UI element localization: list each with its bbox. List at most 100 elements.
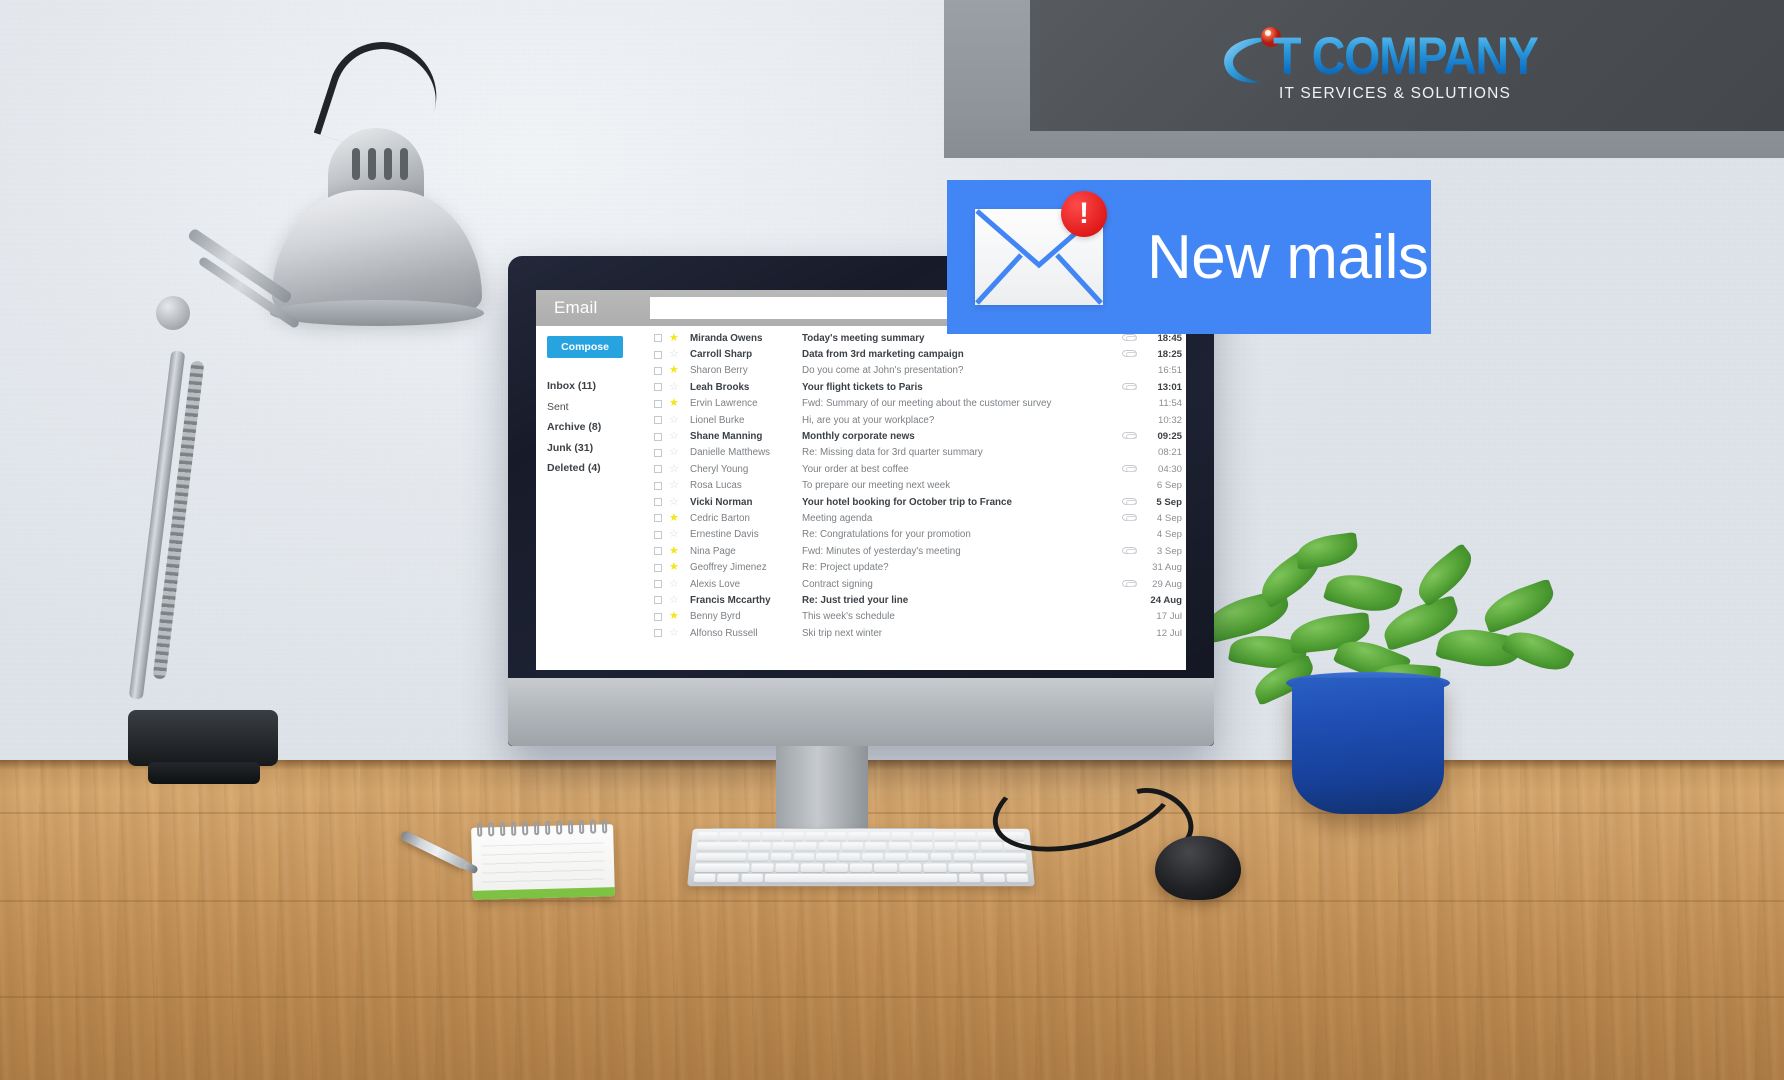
select-checkbox[interactable] xyxy=(654,334,662,343)
star-outline-icon[interactable]: ☆ xyxy=(669,627,680,639)
email-sender: Miranda Owens xyxy=(690,332,763,344)
email-sender: Cheryl Young xyxy=(690,463,749,475)
star-outline-icon[interactable]: ☆ xyxy=(669,447,680,458)
star-outline-icon[interactable]: ☆ xyxy=(669,496,680,508)
select-checkbox[interactable] xyxy=(654,612,662,621)
computer-mouse[interactable] xyxy=(1155,836,1241,900)
email-timestamp: 6 Sep xyxy=(1156,480,1182,492)
email-sender: Benny Byrd xyxy=(690,611,741,623)
attachment-icon xyxy=(1118,464,1140,475)
star-filled-icon[interactable]: ★ xyxy=(669,332,680,344)
email-sender: Geoffrey Jimenez xyxy=(690,562,767,574)
star-outline-icon[interactable]: ☆ xyxy=(669,463,680,475)
email-list-item[interactable]: ★ Sharon Berry Do you come at John's prese… xyxy=(654,363,1186,379)
select-checkbox[interactable] xyxy=(654,530,662,539)
star-outline-icon[interactable]: ☆ xyxy=(669,349,680,360)
select-checkbox[interactable] xyxy=(654,580,662,589)
attachment-icon xyxy=(1118,431,1140,442)
logo-tagline: IT SERVICES & SOLUTIONS xyxy=(1278,85,1512,102)
new-mails-banner[interactable]: ! New mails xyxy=(947,180,1431,334)
compose-button[interactable]: Compose xyxy=(547,336,623,358)
email-sender: Danielle Matthews xyxy=(690,447,771,459)
select-checkbox[interactable] xyxy=(654,366,662,375)
select-checkbox[interactable] xyxy=(654,514,662,523)
star-outline-icon[interactable]: ☆ xyxy=(669,578,680,590)
logo-main-row: T COMPANY xyxy=(1217,25,1574,87)
keyboard[interactable] xyxy=(687,828,1035,887)
select-checkbox[interactable] xyxy=(654,416,662,425)
star-filled-icon[interactable]: ★ xyxy=(669,562,680,573)
email-subject: Re: Missing data for 3rd quarter summary xyxy=(802,447,983,459)
select-checkbox[interactable] xyxy=(654,399,662,408)
email-timestamp: 04:30 xyxy=(1157,463,1182,475)
star-filled-icon[interactable]: ★ xyxy=(669,545,680,557)
email-list-item[interactable]: ☆ Vicki Norman Your hotel booking for Octo… xyxy=(654,494,1186,510)
email-timestamp: 17 Jul xyxy=(1156,611,1182,623)
sidebar-item-deleted[interactable]: Deleted (4) xyxy=(547,462,654,474)
email-list-item[interactable]: ☆ Ernestine Davis Re: Congratulations for … xyxy=(654,527,1186,543)
email-subject: To prepare our meeting next week xyxy=(802,480,951,492)
email-list-item[interactable]: ★ Nina Page Fwd: Minutes of yesterday's me… xyxy=(654,543,1186,559)
email-subject: Hi, are you at your workplace? xyxy=(802,414,935,426)
select-checkbox[interactable] xyxy=(654,432,662,441)
star-outline-icon[interactable]: ☆ xyxy=(669,431,680,442)
email-list-item[interactable]: ★ Benny Byrd This week's schedule 17 Jul xyxy=(654,609,1186,625)
alert-badge-icon: ! xyxy=(1061,191,1107,237)
star-outline-icon[interactable]: ☆ xyxy=(669,381,680,393)
email-list-item[interactable]: ☆ Shane Manning Monthly corporate news 09:2… xyxy=(654,428,1186,444)
email-list-item[interactable]: ☆ Lionel Burke Hi, are you at your workpla… xyxy=(654,412,1186,428)
attachment-icon xyxy=(1118,333,1140,344)
star-filled-icon[interactable]: ★ xyxy=(669,611,680,622)
email-list-item[interactable]: ★ Ervin Lawrence Fwd: Summary of our meeti… xyxy=(654,396,1186,412)
email-list-item[interactable]: ☆ Alfonso Russell Ski trip next winter 12 J… xyxy=(654,625,1186,641)
star-outline-icon[interactable]: ☆ xyxy=(669,529,680,540)
select-checkbox[interactable] xyxy=(654,498,662,507)
desk-scene: Email ⚙ Compose xyxy=(0,0,1784,1080)
select-checkbox[interactable] xyxy=(654,465,662,474)
star-filled-icon[interactable]: ★ xyxy=(669,365,680,376)
email-subject: Re: Project update? xyxy=(802,562,889,574)
email-timestamp: 12 Jul xyxy=(1156,627,1182,639)
email-timestamp: 18:45 xyxy=(1157,332,1182,344)
select-checkbox[interactable] xyxy=(654,448,662,457)
email-subject: Today's meeting summary xyxy=(802,332,925,344)
star-outline-icon[interactable]: ☆ xyxy=(669,594,680,606)
email-subject: Re: Just tried your line xyxy=(802,594,909,606)
email-list-item[interactable]: ★ Cedric Barton Meeting agenda 4 Sep xyxy=(654,510,1186,526)
star-filled-icon[interactable]: ★ xyxy=(669,512,680,524)
email-list-item[interactable]: ☆ Leah Brooks Your flight tickets to Paris… xyxy=(654,379,1186,395)
select-checkbox[interactable] xyxy=(654,350,662,359)
email-timestamp: 4 Sep xyxy=(1156,529,1182,541)
star-filled-icon[interactable]: ★ xyxy=(669,398,680,409)
email-list-item[interactable]: ☆ Francis Mccarthy Re: Just tried your lin… xyxy=(654,592,1186,608)
email-list-item[interactable]: ☆ Cheryl Young Your order at best coffee 04… xyxy=(654,461,1186,477)
select-checkbox[interactable] xyxy=(654,547,662,556)
select-checkbox[interactable] xyxy=(654,629,662,638)
sidebar-item-archive[interactable]: Archive (8) xyxy=(547,421,654,433)
email-list-item[interactable]: ☆ Rosa Lucas To prepare our meeting next w… xyxy=(654,478,1186,494)
email-list-item[interactable]: ☆ Carroll Sharp Data from 3rd marketing ca… xyxy=(654,346,1186,362)
email-timestamp: 5 Sep xyxy=(1156,496,1182,508)
sidebar-item-junk[interactable]: Junk (31) xyxy=(547,442,654,454)
plant-pot xyxy=(1292,678,1444,814)
select-checkbox[interactable] xyxy=(654,383,662,392)
email-timestamp: 24 Aug xyxy=(1150,594,1182,606)
email-timestamp: 31 Aug xyxy=(1152,562,1182,574)
email-subject: Re: Congratulations for your promotion xyxy=(802,529,971,541)
email-subject: Monthly corporate news xyxy=(802,431,915,443)
sidebar-item-sent[interactable]: Sent xyxy=(547,401,654,413)
email-sender: Sharon Berry xyxy=(690,365,748,377)
email-subject: Do you come at John's presentation? xyxy=(802,365,964,377)
email-sender: Alfonso Russell xyxy=(690,627,758,639)
select-checkbox[interactable] xyxy=(654,481,662,490)
email-list-item[interactable]: ★ Geoffrey Jimenez Re: Project update? 31 A… xyxy=(654,559,1186,575)
select-checkbox[interactable] xyxy=(654,596,662,605)
email-list-item[interactable]: ☆ Danielle Matthews Re: Missing data for 3… xyxy=(654,445,1186,461)
email-list-item[interactable]: ☆ Alexis Love Contract signing 29 Aug xyxy=(654,576,1186,592)
sidebar-item-inbox[interactable]: Inbox (11) xyxy=(547,380,654,392)
select-checkbox[interactable] xyxy=(654,563,662,572)
star-outline-icon[interactable]: ☆ xyxy=(669,414,680,426)
email-timestamp: 18:25 xyxy=(1157,349,1182,361)
star-outline-icon[interactable]: ☆ xyxy=(669,480,680,491)
email-subject: Your hotel booking for October trip to F… xyxy=(802,496,1012,508)
